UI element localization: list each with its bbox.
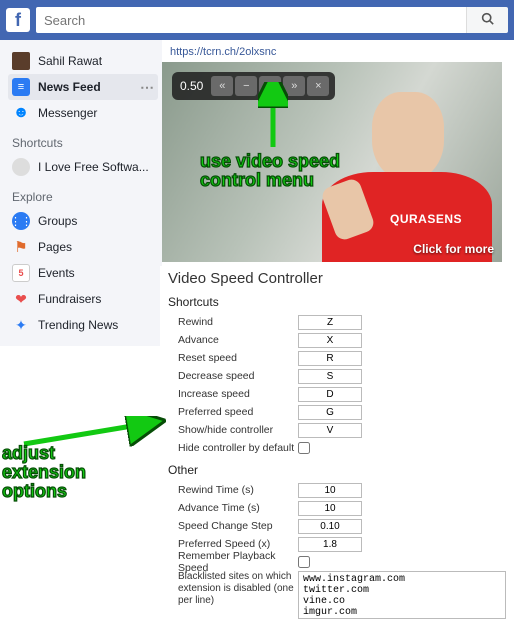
other-heading: Other [168,463,506,477]
speed-increase-button[interactable]: + [259,76,281,96]
settings-title: Video Speed Controller [168,270,506,287]
other-row: Advance Time (s) [168,499,506,517]
pages-label: Pages [38,240,72,254]
shortcut-input[interactable] [298,315,362,330]
sidebar-item-pages[interactable]: ⚑ Pages [8,234,158,260]
more-icon[interactable]: ⋯ [140,79,154,96]
hide-controller-label: Hide controller by default [168,442,298,454]
other-label: Speed Change Step [168,520,298,532]
shortcut-input[interactable] [298,423,362,438]
events-label: Events [38,266,75,280]
sidebar-item-groups[interactable]: ⋮⋮ Groups [8,208,158,234]
shortcuts-heading: Shortcuts [8,126,158,154]
facebook-logo-icon[interactable]: f [6,8,30,32]
topbar: f [0,0,514,40]
sidebar-item-profile[interactable]: Sahil Rawat [8,48,158,74]
blacklist-label: Blacklisted sites on which extension is … [168,571,298,619]
messenger-icon: ☻ [12,104,30,122]
other-label: Advance Time (s) [168,502,298,514]
shortcut-row: Show/hide controller [168,421,506,439]
shortcut-label: Decrease speed [168,370,298,382]
shortcut-row: Preferred speed [168,403,506,421]
sidebar-item-messenger[interactable]: ☻ Messenger [8,100,158,126]
other-label: Rewind Time (s) [168,484,298,496]
other-input[interactable] [298,501,362,516]
click-for-more[interactable]: Click for more [413,242,494,256]
shortcut-label: I Love Free Softwa... [38,160,149,174]
speed-decrease-button[interactable]: − [235,76,257,96]
post-url[interactable]: https://tcrn.ch/2olxsnc [162,40,514,62]
annotation-arrow-icon [6,416,166,456]
shortcut-row: Reset speed [168,349,506,367]
messenger-label: Messenger [38,106,97,120]
other-input[interactable] [298,537,362,552]
shirt-text: QURASENS [390,212,462,226]
remember-speed-checkbox[interactable] [298,556,310,568]
shortcut-row: Rewind [168,313,506,331]
video-thumbnail: QURASENS [312,82,502,262]
sidebar-item-events[interactable]: 5 Events [8,260,158,286]
trending-label: Trending News [38,318,118,332]
trending-icon: ✦ [12,316,30,334]
shortcut-label: Show/hide controller [168,424,298,436]
video-speed-overlay: 0.50 « − + » × [172,72,335,100]
fundraisers-icon: ❤ [12,290,30,308]
explore-heading: Explore [8,180,158,208]
other-label: Preferred Speed (x) [168,538,298,550]
fundraisers-label: Fundraisers [38,292,101,306]
other-row: Speed Change Step [168,517,506,535]
hide-controller-row: Hide controller by default [168,439,506,457]
page-icon [12,158,30,176]
avatar-icon [12,52,30,70]
shortcut-label: Advance [168,334,298,346]
newsfeed-label: News Feed [38,80,101,94]
pages-icon: ⚑ [12,238,30,256]
shortcut-row: Advance [168,331,506,349]
newsfeed-icon: ≡ [12,78,30,96]
other-row: Rewind Time (s) [168,481,506,499]
search-icon [481,12,494,25]
sidebar-item-fundraisers[interactable]: ❤ Fundraisers [8,286,158,312]
other-input[interactable] [298,519,362,534]
events-icon: 5 [12,264,30,282]
speed-value: 0.50 [178,79,209,93]
shortcut-input[interactable] [298,405,362,420]
shortcut-input[interactable] [298,333,362,348]
extension-options-panel: Video Speed Controller Shortcuts Rewind A… [160,266,514,627]
search-input[interactable] [36,7,466,33]
shortcut-input[interactable] [298,369,362,384]
shortcut-label: Increase speed [168,388,298,400]
blacklist-textarea[interactable] [298,571,506,619]
shortcut-input[interactable] [298,387,362,402]
left-sidebar: Sahil Rawat ≡ News Feed ⋯ ☻ Messenger Sh… [0,40,162,346]
search-button[interactable] [466,7,508,33]
video-player[interactable]: QURASENS Click for more 0.50 « − + » × [162,62,502,262]
sidebar-item-trending[interactable]: ✦ Trending News [8,312,158,338]
hide-controller-checkbox[interactable] [298,442,310,454]
shortcut-row: Decrease speed [168,367,506,385]
shortcut-row: Increase speed [168,385,506,403]
speed-rewind-button[interactable]: « [211,76,233,96]
groups-label: Groups [38,214,77,228]
shortcut-input[interactable] [298,351,362,366]
shortcuts-heading: Shortcuts [168,295,506,309]
groups-icon: ⋮⋮ [12,212,30,230]
blacklist-row: Blacklisted sites on which extension is … [168,571,506,619]
remember-speed-row: Remember Playback Speed [168,553,506,571]
shortcut-label: Reset speed [168,352,298,364]
sidebar-item-newsfeed[interactable]: ≡ News Feed ⋯ [8,74,158,100]
shortcut-label: Preferred speed [168,406,298,418]
shortcut-label: Rewind [168,316,298,328]
sidebar-item-shortcut[interactable]: I Love Free Softwa... [8,154,158,180]
speed-close-button[interactable]: × [307,76,329,96]
speed-advance-button[interactable]: » [283,76,305,96]
search-wrap [36,7,508,33]
other-input[interactable] [298,483,362,498]
profile-name: Sahil Rawat [38,54,102,68]
